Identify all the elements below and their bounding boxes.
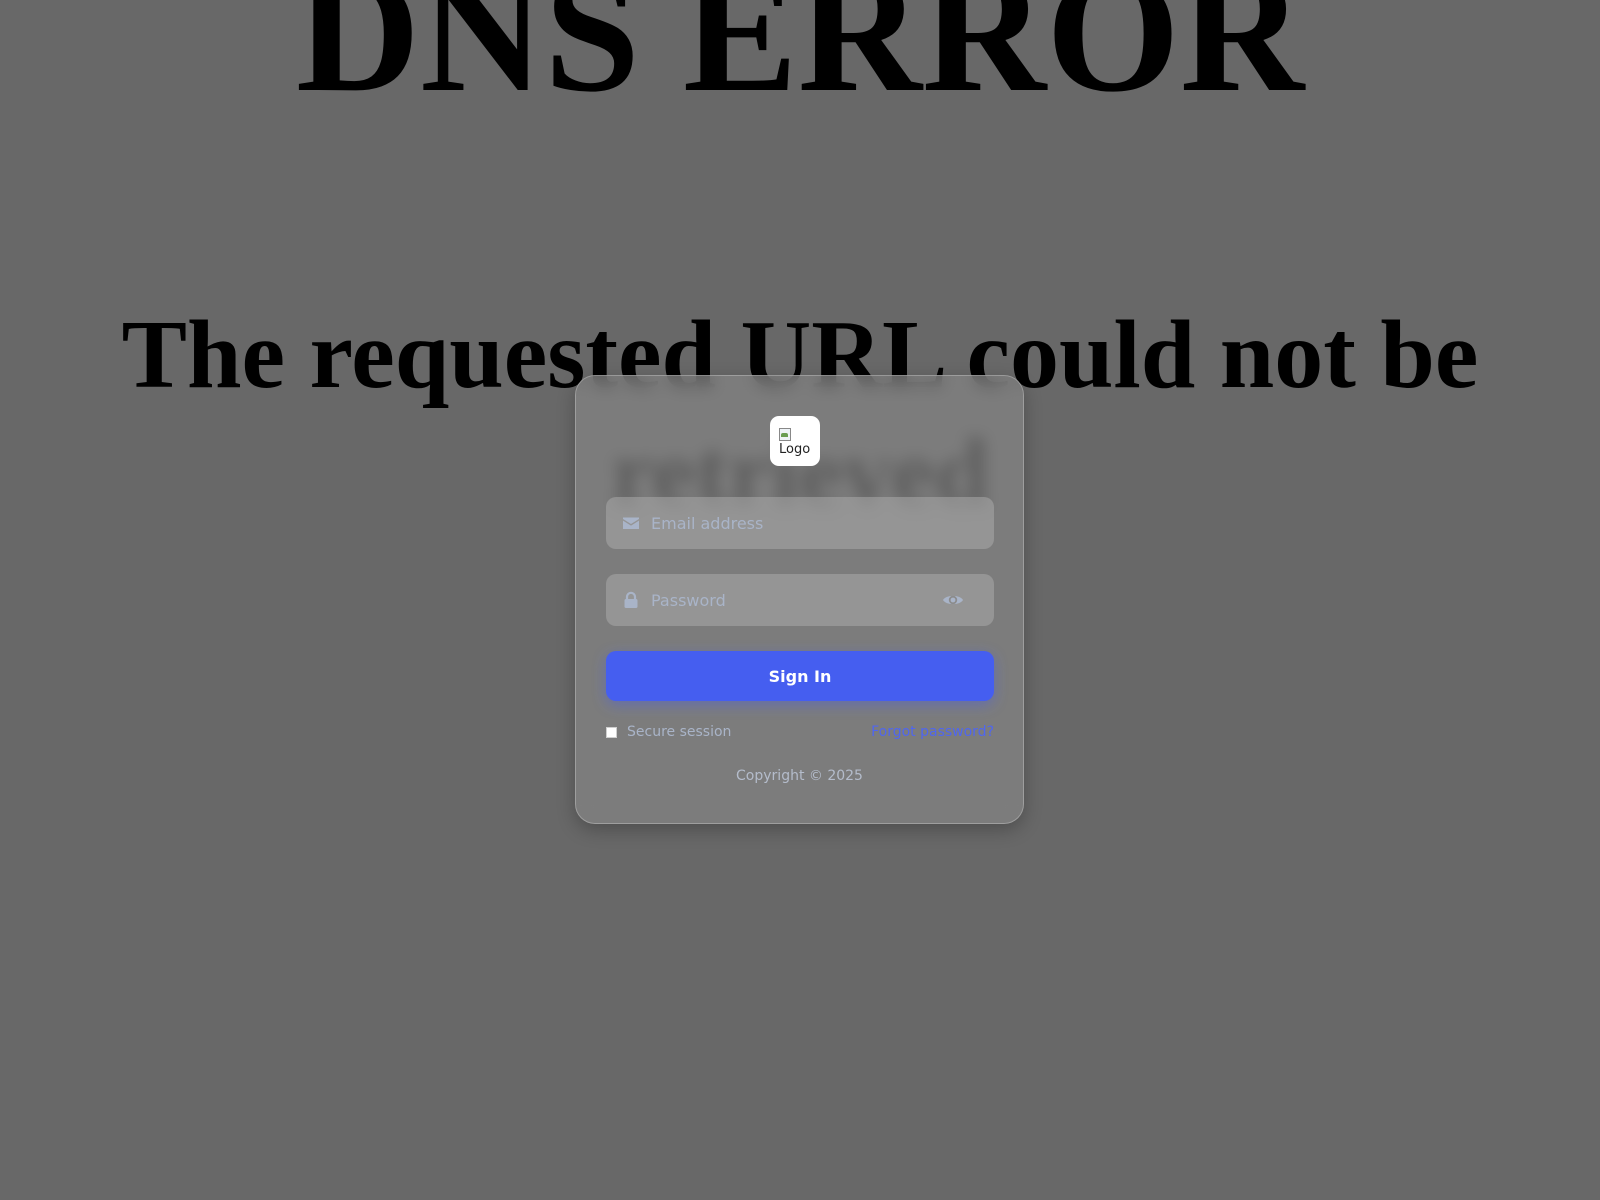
- envelope-icon: [623, 517, 639, 529]
- broken-image-icon: Logo: [779, 427, 811, 457]
- logo-alt-text: Logo: [779, 442, 811, 457]
- sign-in-button[interactable]: Sign In: [606, 651, 994, 701]
- password-field[interactable]: [606, 574, 994, 626]
- image-placeholder-icon: [779, 427, 791, 441]
- error-heading: DNS ERROR: [295, 0, 1305, 128]
- options-row: Secure session Forgot password?: [606, 722, 994, 742]
- password-input[interactable]: [640, 574, 942, 626]
- login-card: Logo Sign In Secure session Forgot passw…: [575, 375, 1024, 824]
- forgot-password-link[interactable]: Forgot password?: [871, 722, 994, 742]
- secure-session-option[interactable]: Secure session: [606, 722, 731, 742]
- copyright-text: Copyright © 2025: [736, 768, 863, 784]
- email-field[interactable]: [606, 497, 994, 549]
- secure-session-label: Secure session: [627, 724, 732, 740]
- secure-session-checkbox[interactable]: [606, 726, 617, 738]
- logo: Logo: [770, 416, 820, 466]
- eye-icon[interactable]: [942, 589, 964, 611]
- lock-icon: [624, 591, 638, 608]
- email-input[interactable]: [640, 497, 994, 549]
